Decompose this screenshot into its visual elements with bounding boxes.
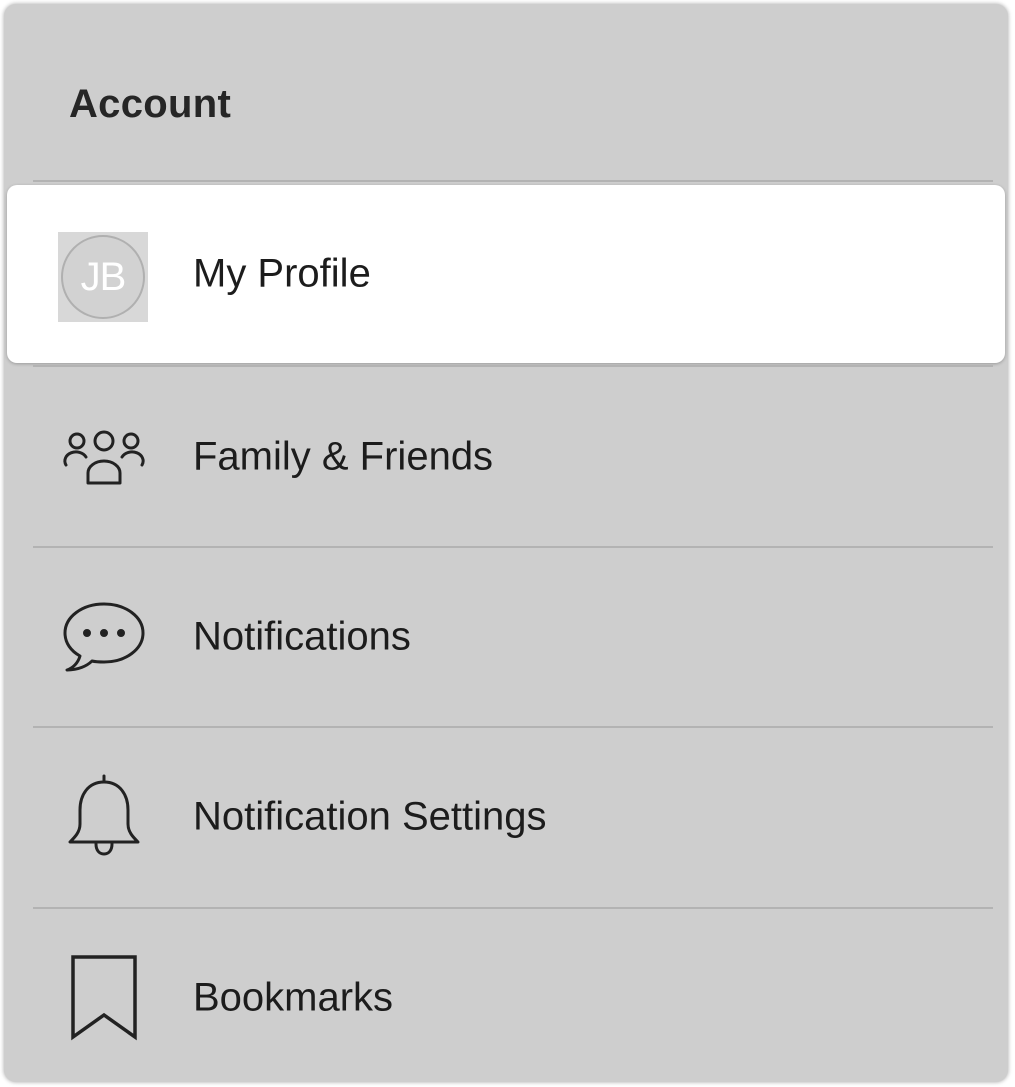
avatar-circle: JB: [61, 235, 145, 319]
bell-icon: [59, 772, 149, 862]
menu-item-my-profile[interactable]: JB My Profile: [7, 185, 1005, 363]
avatar: JB: [58, 232, 148, 322]
divider: [33, 180, 993, 182]
menu-item-label: My Profile: [193, 251, 371, 296]
menu-item-family-friends[interactable]: Family & Friends: [4, 368, 1008, 546]
account-menu-panel: Account JB My Profile Family & Friends N…: [4, 4, 1008, 1082]
divider: [33, 365, 993, 367]
menu-item-notifications[interactable]: Notifications: [4, 548, 1008, 726]
people-icon: [59, 412, 149, 502]
menu-item-label: Family & Friends: [193, 434, 494, 479]
menu-item-notification-settings[interactable]: Notification Settings: [4, 728, 1008, 906]
menu-item-label: Bookmarks: [193, 975, 394, 1020]
section-title: Account: [69, 82, 232, 126]
menu-item-label: Notification Settings: [193, 794, 547, 839]
chat-bubble-icon: [59, 592, 149, 682]
bookmark-icon: [59, 953, 149, 1043]
menu-item-label: Notifications: [193, 614, 411, 659]
avatar-initials: JB: [80, 254, 127, 299]
menu-item-bookmarks[interactable]: Bookmarks: [4, 909, 1008, 1082]
